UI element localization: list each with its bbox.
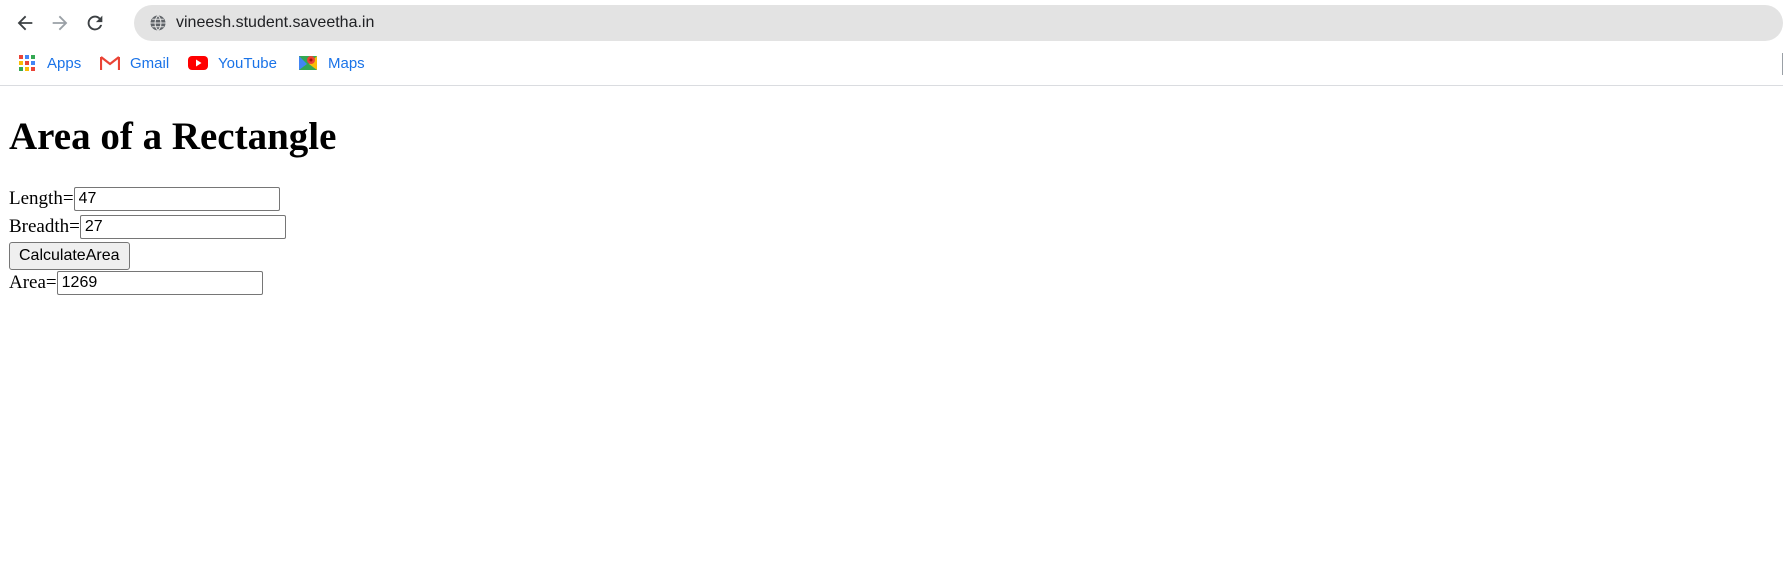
bookmark-apps[interactable]: Apps [17, 50, 81, 76]
calculate-area-button[interactable]: CalculateArea [9, 242, 130, 270]
globe-icon [150, 15, 166, 31]
reload-icon [87, 15, 103, 31]
bookmark-label: Maps [328, 54, 365, 72]
length-input[interactable] [73, 187, 280, 211]
length-label: Length= [9, 188, 74, 209]
area-output[interactable] [56, 271, 263, 295]
reload-button[interactable] [80, 8, 110, 38]
forward-button[interactable] [45, 8, 75, 38]
bookmark-youtube[interactable]: YouTube [188, 50, 277, 76]
bookmarks-bar: Apps Gmail YouTube Maps [0, 47, 1783, 79]
gmail-icon [100, 53, 120, 73]
page-title: Area of a Rectangle [9, 115, 337, 158]
youtube-icon [188, 53, 208, 73]
browser-chrome: Apps Gmail YouTube [0, 0, 1783, 86]
url-input[interactable] [176, 5, 1576, 41]
back-arrow-icon [17, 15, 33, 31]
breadth-row: Breadth= [9, 213, 286, 241]
back-button[interactable] [10, 8, 40, 38]
bookmark-maps[interactable]: Maps [298, 50, 365, 76]
area-label: Area= [9, 272, 57, 293]
bookmark-label: Gmail [130, 54, 170, 72]
breadth-label: Breadth= [9, 216, 80, 237]
maps-icon [298, 53, 318, 73]
address-bar[interactable] [134, 5, 1783, 41]
area-row: Area= [9, 269, 263, 297]
bookmark-label: Apps [47, 54, 82, 72]
length-row: Length= [9, 185, 280, 213]
bookmark-gmail[interactable]: Gmail [100, 50, 169, 76]
forward-arrow-icon [52, 15, 68, 31]
apps-grid-icon [17, 53, 37, 73]
bookmark-label: YouTube [218, 54, 277, 72]
breadth-input[interactable] [79, 215, 286, 239]
